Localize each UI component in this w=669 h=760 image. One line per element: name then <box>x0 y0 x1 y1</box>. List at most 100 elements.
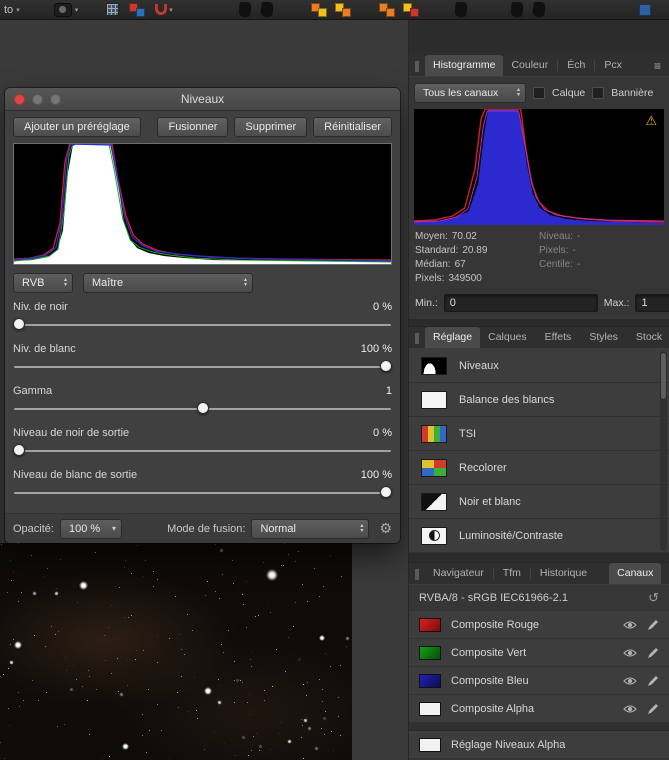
scrollbar-thumb[interactable] <box>660 352 667 400</box>
magnet-snapping-icon[interactable] <box>155 4 168 15</box>
chevron-down-icon[interactable]: ▾ <box>169 6 173 14</box>
tab-tfm[interactable]: Tfm <box>495 563 529 584</box>
color-swatch-pair-icon[interactable] <box>310 2 327 17</box>
list-item-tsi[interactable]: TSI <box>409 417 669 451</box>
pencil-icon[interactable] <box>648 647 659 658</box>
output-black-slider[interactable] <box>13 441 392 461</box>
tool-icon[interactable] <box>259 2 274 17</box>
minimize-button[interactable] <box>32 94 43 105</box>
stat-label: Centile: <box>539 259 573 270</box>
histogram-controls: Tous les canaux ▴ ▾ Calque Bannière <box>409 77 669 109</box>
tab-effets[interactable]: Effets <box>537 327 580 348</box>
pencil-icon[interactable] <box>648 619 659 630</box>
output-white-slider[interactable] <box>13 483 392 503</box>
stat-label: Pixels: <box>539 245 569 256</box>
tool-icon[interactable] <box>509 2 524 17</box>
slider-thumb[interactable] <box>196 402 209 414</box>
black-level-slider[interactable] <box>13 315 392 335</box>
gear-icon[interactable]: ⚙ <box>375 520 392 537</box>
delete-button[interactable]: Supprimer <box>234 117 308 137</box>
tab-histogramme[interactable]: Histogramme <box>425 55 504 76</box>
color-swatch-pair-icon[interactable] <box>378 2 395 17</box>
slider-track <box>14 324 391 326</box>
swatch-overlap-icon[interactable] <box>129 2 146 17</box>
channel-row-bleu[interactable]: Composite Bleu <box>409 667 669 695</box>
min-input[interactable] <box>443 294 598 312</box>
blue-swatch-icon[interactable] <box>639 3 651 16</box>
slider-thumb[interactable] <box>380 486 392 498</box>
panel-drag-handle-icon[interactable] <box>415 61 419 72</box>
tab-navigateur[interactable]: Navigateur <box>425 563 492 584</box>
max-input[interactable] <box>635 294 669 312</box>
histogram-display-svg <box>414 109 664 225</box>
slider-value: 100 % <box>360 343 392 355</box>
tab-ech[interactable]: Éch <box>559 55 593 76</box>
banniere-checkbox[interactable] <box>592 87 605 99</box>
tab-styles[interactable]: Styles <box>581 327 626 348</box>
list-item-luminosite-contraste[interactable]: Luminosité/Contraste <box>409 519 669 553</box>
channels-dropdown[interactable]: Tous les canaux ▴ ▾ <box>414 83 526 103</box>
close-button[interactable] <box>14 94 25 105</box>
blend-mode-dropdown[interactable]: Normal ▴ ▾ <box>251 518 370 539</box>
color-swatch-pair-icon[interactable] <box>334 2 351 17</box>
reset-button[interactable]: Réinitialiser <box>313 117 392 137</box>
scrollbar[interactable] <box>660 351 667 551</box>
panel-drag-handle-icon[interactable] <box>415 333 419 344</box>
opacity-dropdown[interactable]: 100 % ▾ <box>59 518 122 539</box>
list-item-noir-et-blanc[interactable]: Noir et blanc <box>409 485 669 519</box>
color-swatch-pair-icon[interactable] <box>402 2 419 17</box>
tab-reglage[interactable]: Réglage <box>425 327 481 348</box>
tool-icon[interactable] <box>453 2 468 17</box>
reset-icon[interactable]: ↺ <box>648 590 659 606</box>
master-dropdown[interactable]: Maître ▴ ▾ <box>83 273 253 293</box>
tool-icon[interactable] <box>237 2 252 17</box>
eye-icon[interactable] <box>623 648 637 658</box>
tab-calques[interactable]: Calques <box>480 327 535 348</box>
camera-tool-icon[interactable] <box>53 2 72 17</box>
histogram-stats: Moyen: 70.02 Standard: 20.89 Médian: 67 Pix… <box>409 225 669 287</box>
pencil-icon[interactable] <box>648 703 659 714</box>
merge-button[interactable]: Fusionner <box>157 117 229 137</box>
tab-historique[interactable]: Historique <box>532 563 595 584</box>
channel-row-reglage-niveaux-alpha[interactable]: Réglage Niveaux Alpha <box>409 731 669 759</box>
tab-stock[interactable]: Stock <box>628 327 669 348</box>
tab-canaux[interactable]: Canaux <box>609 563 662 584</box>
grid-icon[interactable] <box>106 3 120 16</box>
panel-menu-icon[interactable]: ≡ <box>650 59 665 76</box>
tab-couleur[interactable]: Couleur <box>503 55 556 76</box>
channel-row-rouge[interactable]: Composite Rouge <box>409 611 669 639</box>
channel-row-alpha[interactable]: Composite Alpha <box>409 695 669 723</box>
chevron-down-icon[interactable]: ▾ <box>75 6 79 14</box>
tool-icon[interactable] <box>531 2 546 17</box>
eye-icon[interactable] <box>623 676 637 686</box>
dialog-titlebar[interactable]: Niveaux <box>5 88 400 111</box>
white-level-slider[interactable] <box>13 357 392 377</box>
opacity-label: Opacité: <box>13 522 54 535</box>
slider-thumb[interactable] <box>380 360 392 372</box>
list-item-recolorer[interactable]: Recolorer <box>409 451 669 485</box>
zoom-button[interactable] <box>50 94 61 105</box>
channel-row-vert[interactable]: Composite Vert <box>409 639 669 667</box>
panel-drag-handle-icon[interactable] <box>415 569 419 580</box>
warning-icon[interactable]: ⚠ <box>645 113 657 129</box>
channel-dropdown[interactable]: RVB ▴ ▾ <box>13 273 73 293</box>
bright-star <box>122 743 129 750</box>
pencil-icon[interactable] <box>648 675 659 686</box>
add-preset-button[interactable]: Ajouter un préréglage <box>13 117 141 137</box>
histogram-blue-fill <box>414 109 664 225</box>
list-item-niveaux[interactable]: Niveaux <box>409 349 669 383</box>
app-dropdown[interactable]: to ▾ <box>4 4 20 16</box>
slider-thumb[interactable] <box>13 318 25 330</box>
app-dropdown-label: to <box>4 3 14 16</box>
list-item-balance-des-blancs[interactable]: Balance des blancs <box>409 383 669 417</box>
slider-thumb[interactable] <box>13 444 25 456</box>
eye-icon[interactable] <box>623 704 637 714</box>
slider-label: Niveau de blanc de sortie <box>13 469 138 481</box>
tab-separator <box>594 60 596 71</box>
calque-checkbox[interactable] <box>533 87 545 99</box>
tab-pcx[interactable]: Pcx <box>596 55 630 76</box>
eye-icon[interactable] <box>623 620 637 630</box>
gamma-slider[interactable] <box>13 399 392 419</box>
canvas-image[interactable] <box>0 543 352 760</box>
list-item-label: TSI <box>459 427 477 440</box>
